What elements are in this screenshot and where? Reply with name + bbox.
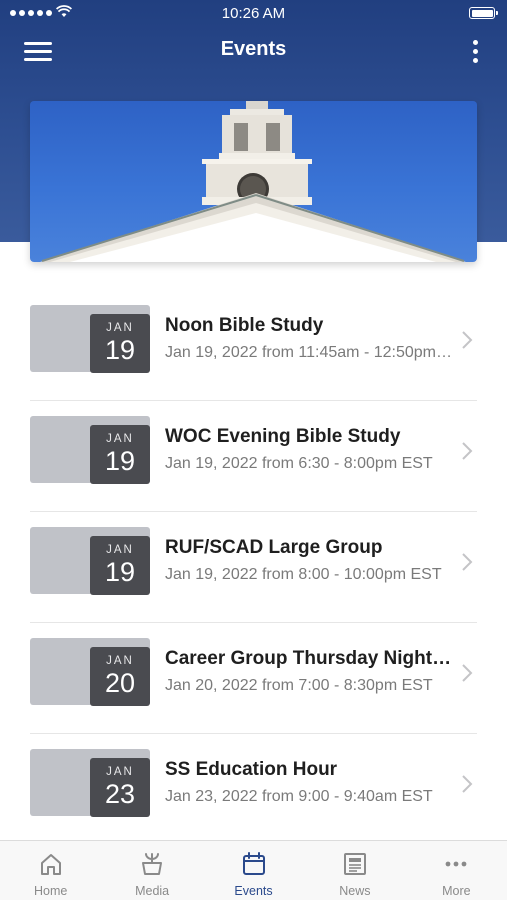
- event-datetime: Jan 23, 2022 from 9:00 - 9:40am EST: [165, 788, 433, 805]
- more-icon: [445, 861, 467, 867]
- event-datetime: Jan 20, 2022 from 7:00 - 8:30pm EST: [165, 677, 433, 694]
- date-month: JAN: [106, 655, 134, 667]
- page-title: Events: [220, 38, 287, 60]
- event-title: RUF/SCAD Large Group: [165, 537, 383, 558]
- more-options-button[interactable]: [471, 38, 481, 66]
- date-month: JAN: [106, 433, 134, 445]
- calendar-icon: [242, 852, 265, 875]
- event-datetime: Jan 19, 2022 from 8:00 - 10:00pm EST: [165, 566, 442, 583]
- date-day: 23: [104, 779, 136, 809]
- date-month: JAN: [106, 766, 134, 778]
- event-item[interactable]: JAN 23 SS Education Hour Jan 23, 2022 fr…: [30, 734, 477, 845]
- event-datetime: Jan 19, 2022 from 6:30 - 8:00pm EST: [165, 455, 433, 472]
- date-day: 19: [104, 557, 136, 587]
- date-badge: JAN 20: [90, 647, 150, 706]
- tab-label: Events: [234, 884, 273, 898]
- chevron-right-icon: [462, 331, 473, 349]
- event-title: WOC Evening Bible Study: [165, 426, 401, 447]
- tab-label: Home: [34, 884, 68, 898]
- event-item[interactable]: JAN 19 Noon Bible Study Jan 19, 2022 fro…: [30, 290, 477, 401]
- date-month: JAN: [106, 544, 134, 556]
- media-icon: [142, 853, 163, 875]
- tab-events[interactable]: Events: [203, 841, 304, 900]
- date-badge: JAN 19: [90, 536, 150, 595]
- event-datetime: Jan 19, 2022 from 11:45am - 12:50pm EST: [165, 344, 455, 361]
- status-time: 10:26 AM: [221, 5, 286, 22]
- tab-home[interactable]: Home: [0, 841, 101, 900]
- event-title: SS Education Hour: [165, 759, 338, 780]
- event-title: Career Group Thursday Night Study: [165, 648, 455, 669]
- date-badge: JAN 23: [90, 758, 150, 817]
- date-month: JAN: [106, 322, 134, 334]
- chevron-right-icon: [462, 664, 473, 682]
- events-list: JAN 19 Noon Bible Study Jan 19, 2022 fro…: [30, 290, 477, 845]
- bottom-tab-bar: Home Media Events News More: [0, 840, 507, 900]
- tab-more[interactable]: More: [406, 841, 507, 900]
- event-item[interactable]: JAN 19 RUF/SCAD Large Group Jan 19, 2022…: [30, 512, 477, 623]
- event-title: Noon Bible Study: [165, 315, 324, 336]
- date-day: 20: [104, 668, 136, 698]
- status-bar: 10:26 AM: [0, 0, 507, 28]
- event-item[interactable]: JAN 19 WOC Evening Bible Study Jan 19, 2…: [30, 401, 477, 512]
- tab-label: More: [442, 884, 471, 898]
- tab-label: News: [339, 884, 371, 898]
- chevron-right-icon: [462, 553, 473, 571]
- battery-icon: [469, 7, 498, 19]
- date-badge: JAN 19: [90, 425, 150, 484]
- news-icon: [343, 853, 366, 875]
- tab-label: Media: [135, 884, 170, 898]
- tab-media[interactable]: Media: [101, 841, 202, 900]
- chevron-right-icon: [462, 775, 473, 793]
- home-icon: [40, 854, 61, 875]
- date-day: 19: [104, 335, 136, 365]
- chevron-right-icon: [462, 442, 473, 460]
- tab-news[interactable]: News: [304, 841, 405, 900]
- hero-banner-image: [30, 101, 477, 262]
- date-badge: JAN 19: [90, 314, 150, 373]
- date-day: 19: [104, 446, 136, 476]
- event-item[interactable]: JAN 20 Career Group Thursday Night Study…: [30, 623, 477, 734]
